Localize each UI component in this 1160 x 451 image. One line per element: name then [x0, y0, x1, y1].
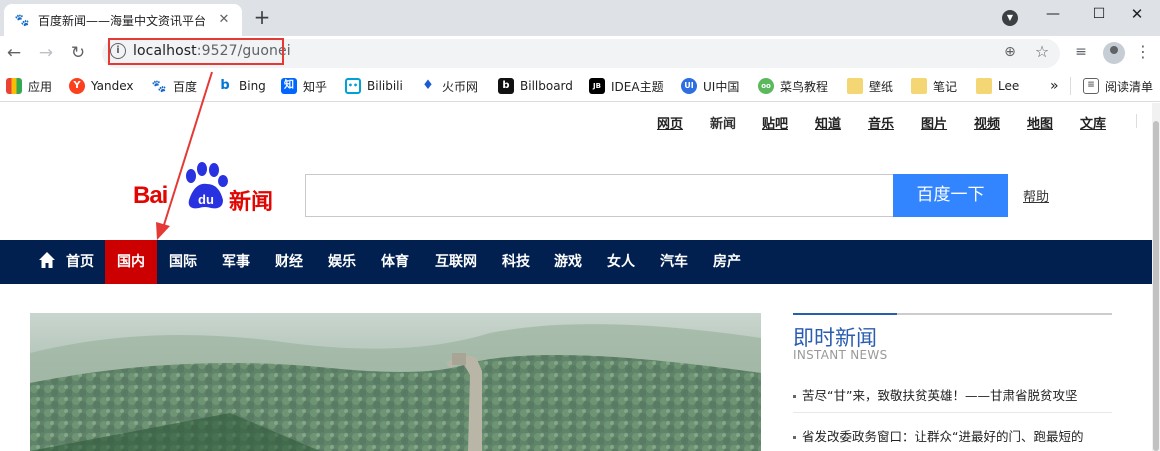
annotation-arrow: [156, 71, 213, 240]
